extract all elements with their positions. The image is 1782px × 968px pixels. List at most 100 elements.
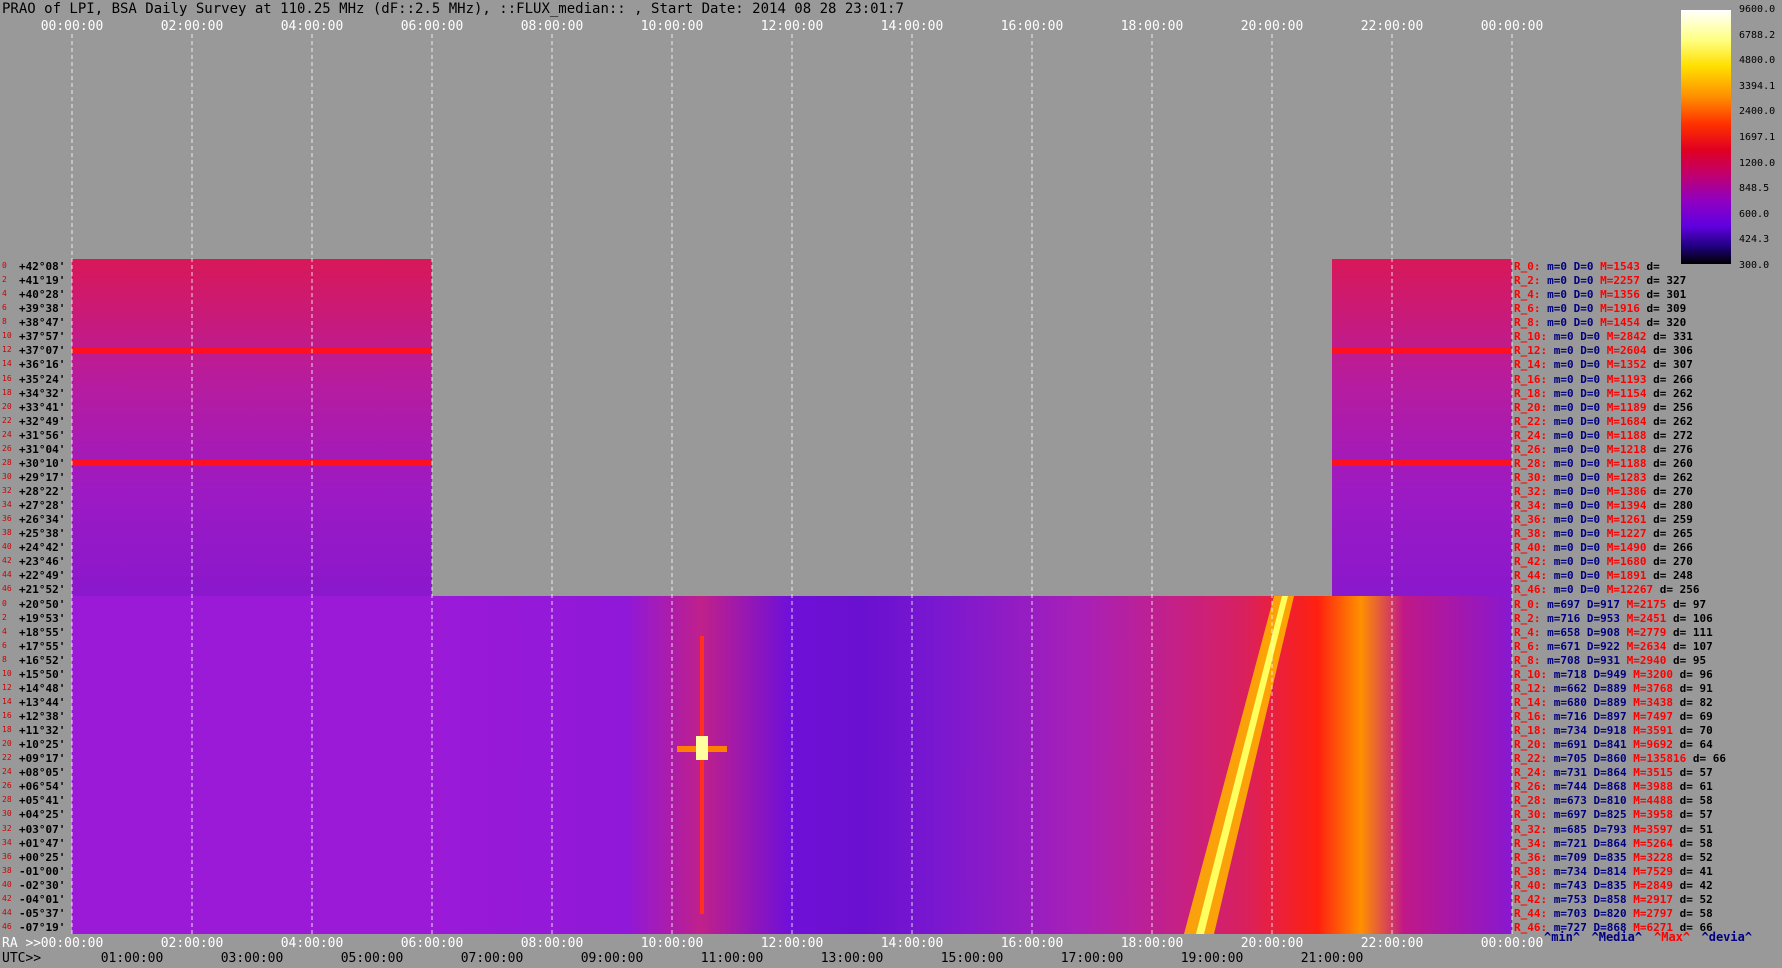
- beam-stat-dev: d= 259: [1646, 513, 1693, 527]
- beam-stat-median: D=858: [1586, 892, 1627, 906]
- beam-index: 2: [2, 612, 7, 622]
- beam-stat-min: m=716: [1540, 611, 1581, 625]
- beam-stat-min: m=697: [1540, 597, 1581, 611]
- declination-label: -04°01': [19, 892, 66, 906]
- declination-label: +19°53': [19, 611, 66, 625]
- declination-label: -02°30': [19, 878, 66, 892]
- beam-stat-row: R_14: m=680 D=889 M=3438 d= 82: [1514, 696, 1713, 709]
- utc-tick-label: 03:00:00: [220, 951, 284, 966]
- ra-tick-label-bottom: 06:00:00: [400, 936, 464, 951]
- declination-label: +34°32': [19, 386, 66, 400]
- beam-stat-max: M=3228: [1626, 850, 1673, 864]
- ra-tick-label-top: 00:00:00: [40, 19, 104, 34]
- beam-stat-median: D=0: [1573, 386, 1601, 400]
- beam-stat-dev: d= 301: [1639, 288, 1687, 302]
- beam-stat-max: M=1356: [1593, 288, 1640, 302]
- declination-label: +29°17': [19, 470, 66, 484]
- beam-stat-label: R_44:: [1514, 569, 1548, 583]
- beam-stat-label: R_18:: [1514, 724, 1548, 738]
- beam-stat-median: D=0: [1573, 414, 1601, 428]
- beam-stat-row: R_30: m=0 D=0 M=1283 d= 262: [1514, 471, 1693, 484]
- heatmap-region-upper: [72, 259, 432, 596]
- ra-tick-label-top: 20:00:00: [1240, 19, 1304, 34]
- beam-stat-dev: d= 262: [1646, 470, 1693, 484]
- declination-label: +08°05': [19, 766, 66, 780]
- beam-stat-label: R_44:: [1514, 906, 1548, 920]
- utc-tick-label: 15:00:00: [940, 951, 1004, 966]
- beam-stat-dev: d= 270: [1646, 555, 1693, 569]
- beam-stat-min: m=703: [1547, 906, 1587, 920]
- beam-stat-dev: d= 262: [1646, 414, 1693, 428]
- beam-index: 22: [2, 415, 12, 425]
- legend-footer-item: ^Media^: [1591, 930, 1643, 944]
- beam-stat-label: R_36:: [1514, 850, 1548, 864]
- beam-stat-label: R_40:: [1514, 541, 1548, 555]
- beam-stat-max: M=2940: [1620, 653, 1667, 667]
- beam-stat-label: R_22:: [1514, 752, 1548, 766]
- legend-footer-item: ^min^: [1544, 930, 1581, 944]
- beam-stat-dev: d= 331: [1646, 330, 1693, 344]
- beam-stat-dev: d= 58: [1672, 836, 1713, 850]
- declination-label: +26°34': [19, 513, 66, 527]
- beam-stat-min: m=0: [1547, 485, 1574, 498]
- beam-stat-label: R_42:: [1514, 555, 1548, 569]
- beam-stat-max: M=3597: [1626, 822, 1673, 836]
- beam-stat-median: D=0: [1567, 288, 1594, 302]
- beam-stat-min: m=697: [1547, 808, 1587, 822]
- beam-stat-max: M=3591: [1626, 724, 1673, 738]
- beam-stat-row: R_28: m=0 D=0 M=1188 d= 260: [1514, 457, 1693, 470]
- beam-index: 26: [2, 443, 12, 453]
- beam-stat-label: R_6:: [1514, 639, 1541, 653]
- colorbar-tick-label: 1697.1: [1739, 132, 1776, 143]
- beam-index: 6: [2, 303, 7, 313]
- beam-stat-median: D=814: [1586, 864, 1627, 878]
- beam-stat-row: R_20: m=0 D=0 M=1189 d= 256: [1514, 401, 1693, 414]
- beam-stat-max: M=1684: [1600, 414, 1647, 428]
- beam-index: 8: [2, 317, 7, 327]
- beam-stat-label: R_14:: [1514, 695, 1548, 709]
- beam-stat-label: R_12:: [1514, 681, 1548, 695]
- declination-label: +39°38': [19, 302, 66, 316]
- beam-stat-median: D=908: [1580, 625, 1620, 639]
- beam-stat-dev: d= 61: [1672, 780, 1713, 794]
- beam-index: 34: [2, 837, 12, 847]
- beam-index: 16: [2, 711, 12, 720]
- beam-stat-dev: d= 69: [1672, 710, 1713, 723]
- beam-stat-row: R_36: m=0 D=0 M=1261 d= 259: [1514, 513, 1693, 526]
- declination-label: +36°16': [19, 358, 66, 372]
- beam-stat-row: R_6: m=671 D=922 M=2634 d= 107: [1514, 640, 1713, 653]
- beam-index: 32: [2, 823, 12, 833]
- declination-label: +04°25': [19, 808, 66, 822]
- beam-index: 26: [2, 781, 12, 791]
- beam-index: 18: [2, 725, 12, 735]
- colorbar-tick-label: 848.5: [1739, 183, 1770, 195]
- beam-stat-median: D=918: [1586, 724, 1627, 738]
- declination-label: +32°49': [19, 414, 66, 428]
- declination-label: -05°37': [19, 906, 66, 920]
- beam-stat-max: M=7497: [1626, 710, 1673, 723]
- utc-tick-label: 11:00:00: [700, 951, 764, 966]
- beam-stat-dev: d= 248: [1646, 569, 1693, 583]
- beam-stat-median: D=0: [1573, 330, 1601, 344]
- beam-stat-label: R_10:: [1514, 330, 1548, 344]
- beam-stat-median: D=0: [1567, 316, 1594, 330]
- beam-stat-row: R_32: m=0 D=0 M=1386 d= 270: [1514, 485, 1693, 498]
- beam-stat-label: R_24:: [1514, 428, 1548, 442]
- colorbar: [1681, 10, 1731, 264]
- beam-index: 28: [2, 795, 12, 805]
- beam-index: 32: [2, 486, 12, 495]
- beam-stat-max: M=2797: [1626, 906, 1673, 920]
- beam-stat-label: R_32:: [1514, 485, 1548, 498]
- beam-stat-dev: d= 265: [1646, 527, 1693, 541]
- beam-stat-min: m=718: [1547, 667, 1587, 681]
- beam-stat-label: R_36:: [1514, 513, 1548, 527]
- beam-stat-median: D=0: [1573, 499, 1601, 513]
- beam-stat-label: R_12:: [1514, 344, 1548, 358]
- beam-stat-label: R_22:: [1514, 414, 1548, 428]
- beam-stat-max: M=2842: [1600, 330, 1647, 344]
- beam-stat-row: R_40: m=0 D=0 M=1490 d= 266: [1514, 541, 1693, 554]
- beam-stat-row: R_24: m=731 D=864 M=3515 d= 57: [1514, 766, 1713, 779]
- beam-stat-median: D=922: [1580, 639, 1620, 653]
- ra-tick-label-top: 16:00:00: [1000, 19, 1064, 34]
- beam-index: 30: [2, 471, 12, 481]
